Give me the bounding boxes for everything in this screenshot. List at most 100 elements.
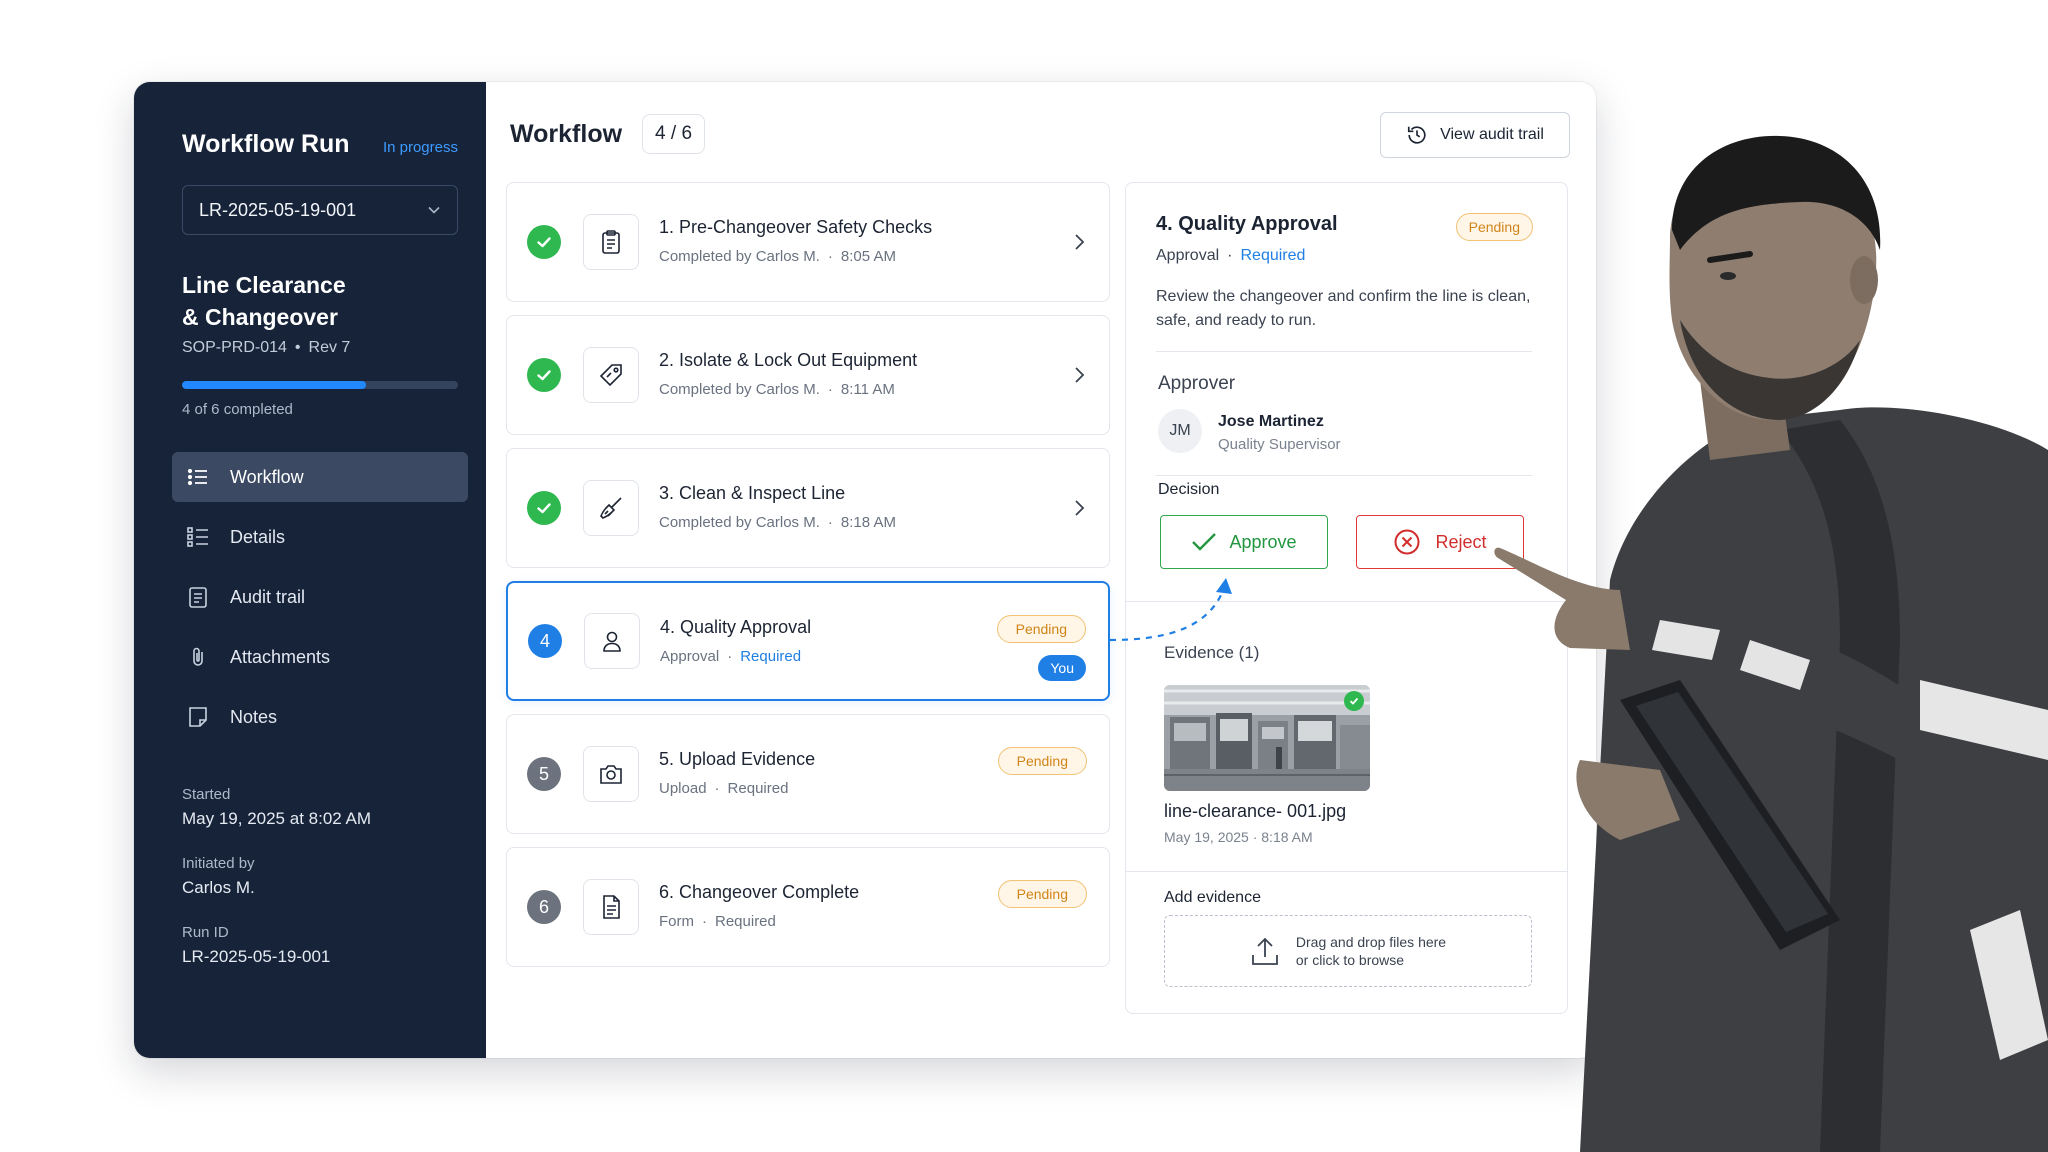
tag-icon: [599, 364, 622, 387]
progress-fill: [182, 381, 367, 389]
step-counter: 4 / 6: [642, 114, 706, 154]
step-title: 1. Pre-Changeover Safety Checks: [659, 217, 933, 237]
run-id-label: Run ID: [182, 924, 229, 941]
status-badge: Pending: [997, 880, 1087, 908]
run-selector[interactable]: LR-2025-05-19-001: [182, 185, 458, 235]
step-card-6[interactable]: 6 6. Changeover Complete Form · Required P…: [506, 847, 1110, 967]
page-title: Workflow: [510, 119, 623, 148]
step-type-icon: [584, 613, 640, 669]
approver-label: Approver: [1158, 373, 1236, 394]
nav-item-details[interactable]: Details: [172, 512, 468, 562]
step-subtitle: Completed by Carlos M. · 8:18 AM: [659, 514, 896, 531]
step-title: 3. Clean & Inspect Line: [659, 483, 846, 503]
step-title: 4. Quality Approval: [660, 617, 812, 637]
step-card-4[interactable]: 4 4. Quality Approval Approval · Required …: [506, 581, 1110, 701]
step-subtitle: Completed by Carlos M. · 8:11 AM: [659, 381, 895, 398]
run-selector-value: LR-2025-05-19-001: [199, 199, 357, 220]
step-complete-indicator: [527, 225, 561, 259]
chevron-right-icon: [1075, 367, 1085, 383]
connector-arrow: [1109, 578, 1232, 642]
step-subtitle: Completed by Carlos M. · 8:05 AM: [659, 248, 896, 265]
broom-icon: [600, 497, 622, 519]
progress-text: 4 of 6 completed: [182, 401, 293, 418]
chevron-down-icon: [428, 206, 440, 214]
step-title: 5. Upload Evidence: [659, 749, 816, 769]
step-complete-indicator: [527, 491, 561, 525]
step-type-icon: [583, 746, 639, 802]
step-card-3[interactable]: 3. Clean & Inspect Line Completed by Car…: [506, 448, 1110, 568]
started-label: Started: [182, 786, 231, 803]
procedure-title: Line Clearance & Changeover: [182, 272, 346, 330]
chevron-right-icon: [1075, 500, 1085, 516]
step-title: 6. Changeover Complete: [659, 882, 860, 902]
procedure-subtitle: SOP-PRD-014 • Rev 7: [182, 339, 351, 356]
nav-label: Attachments: [230, 646, 331, 667]
decision-label: Decision: [1158, 481, 1220, 498]
step-card-5[interactable]: 5 5. Upload Evidence Upload · Required Pen…: [506, 714, 1110, 834]
nav-item-workflow[interactable]: Workflow: [172, 452, 468, 502]
sidebar: Workflow Run In progress LR-2025-05-19-0…: [134, 82, 486, 1058]
step-number-badge: 6: [527, 890, 561, 924]
step-text: 6. Changeover Complete Form · Required: [659, 882, 859, 930]
main-header: Workflow 4 / 6: [510, 114, 706, 154]
paperclip-icon: [193, 647, 203, 666]
initiated-label: Initiated by: [182, 855, 255, 872]
step-subtitle: Approval · Required: [660, 648, 802, 665]
step-text: 4. Quality Approval Approval · Required: [660, 617, 811, 665]
step-card-1[interactable]: 1. Pre-Changeover Safety Checks Complete…: [506, 182, 1110, 302]
step-complete-indicator: [527, 358, 561, 392]
details-list-icon: [187, 527, 208, 547]
started-value: May 19, 2025 at 8:02 AM: [182, 809, 372, 828]
step-type-icon: [583, 480, 639, 536]
sop-code: SOP-PRD-014: [182, 339, 287, 356]
step-text: 5. Upload Evidence Upload · Required: [659, 749, 815, 797]
evidence-label: Evidence (1): [1164, 643, 1260, 662]
step-card-2[interactable]: 2. Isolate & Lock Out Equipment Complete…: [506, 315, 1110, 435]
check-icon: [537, 370, 551, 381]
chevron-right-icon: [1075, 234, 1085, 250]
step-type-icon: [583, 879, 639, 935]
step-title: 2. Isolate & Lock Out Equipment: [659, 350, 918, 370]
clipboard-icon: [602, 230, 620, 254]
document-icon: [603, 895, 620, 919]
status-badge: Pending: [997, 747, 1087, 775]
sidebar-header: Workflow Run In progress: [182, 130, 462, 159]
run-status: In progress: [382, 139, 458, 156]
step-subtitle: Form · Required: [659, 913, 776, 930]
worker-with-tablet-illustration: [1494, 135, 2048, 1152]
check-icon: [1192, 533, 1217, 551]
nav-label: Workflow: [230, 466, 304, 487]
sidebar-nav: Workflow Details Audit trail Attachments…: [172, 452, 468, 742]
step-number-badge: 5: [527, 757, 561, 791]
step-subtitle: Upload · Required: [659, 780, 789, 797]
revision: Rev 7: [308, 339, 351, 356]
list-icon: [187, 468, 207, 486]
upload-icon: [1251, 937, 1278, 965]
add-evidence-label: Add evidence: [1164, 889, 1261, 906]
initiated-value: Carlos M.: [182, 878, 255, 897]
user-icon: [603, 631, 621, 652]
clipboard-icon: [189, 587, 207, 608]
camera-icon: [600, 765, 622, 784]
step-number-badge: 4: [528, 624, 562, 658]
note-icon: [189, 707, 207, 727]
run-meta: Started May 19, 2025 at 8:02 AM Initiate…: [182, 786, 462, 967]
status-badge: Pending: [996, 615, 1086, 643]
nav-item-attachments[interactable]: Attachments: [172, 632, 468, 682]
nav-item-audit-trail[interactable]: Audit trail: [172, 572, 468, 622]
nav-label: Audit trail: [230, 586, 306, 607]
step-text: 3. Clean & Inspect Line Completed by Car…: [659, 483, 896, 531]
check-icon: [537, 503, 551, 514]
nav-label: Notes: [230, 706, 278, 727]
step-text: 2. Isolate & Lock Out Equipment Complete…: [659, 350, 917, 398]
step-type-icon: [583, 214, 639, 270]
nav-item-notes[interactable]: Notes: [172, 692, 468, 742]
step-list: 1. Pre-Changeover Safety Checks Complete…: [506, 182, 1110, 980]
assignee-badge: You: [1038, 655, 1086, 681]
check-icon: [537, 237, 551, 248]
step-type-icon: [583, 347, 639, 403]
run-id-value: LR-2025-05-19-001: [182, 947, 331, 966]
nav-label: Details: [230, 526, 286, 547]
step-text: 1. Pre-Changeover Safety Checks Complete…: [659, 217, 932, 265]
sidebar-title: Workflow Run: [182, 130, 350, 158]
